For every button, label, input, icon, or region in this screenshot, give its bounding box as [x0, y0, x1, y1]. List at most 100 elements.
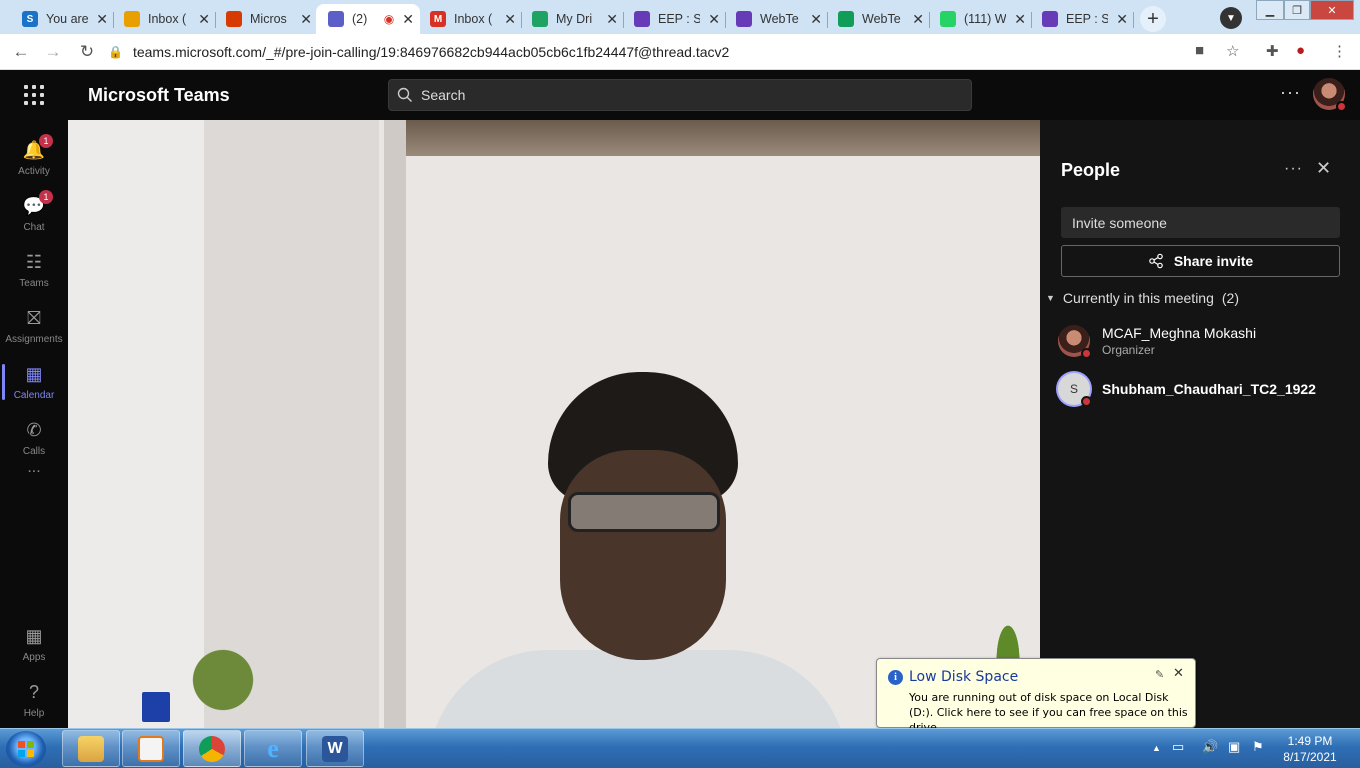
close-tab-icon[interactable]: ✕ — [810, 11, 822, 28]
teams-header: Microsoft Teams Search ··· — [0, 70, 1360, 120]
panel-more-icon[interactable]: ··· — [1284, 160, 1303, 178]
forward-icon[interactable]: → — [42, 41, 64, 63]
tab-title: EEP : St — [658, 12, 701, 26]
tab-title: (2) — [352, 12, 368, 26]
taskbar-internet-explorer[interactable]: e — [244, 730, 302, 767]
options-icon[interactable]: ✎ — [1155, 668, 1164, 681]
explorer-icon — [78, 735, 104, 762]
reload-icon[interactable]: ↻ — [76, 41, 98, 63]
sheets-icon — [838, 11, 854, 27]
more-options-icon[interactable]: ··· — [1280, 82, 1301, 103]
browser-tab[interactable]: (111) W ✕ — [928, 4, 1032, 34]
minimize-button[interactable]: ▁ — [1256, 0, 1284, 20]
tab-title: You are — [46, 12, 89, 26]
browser-tab[interactable]: EEP : St ✕ — [622, 4, 726, 34]
close-icon[interactable]: ✕ — [1316, 158, 1331, 179]
action-center-icon[interactable]: ⚑ — [1252, 739, 1264, 755]
browser-tab[interactable]: EEP : St ✕ — [1030, 4, 1134, 34]
user-avatar[interactable] — [1313, 78, 1347, 112]
rail-item-chat[interactable]: 💬 1 Chat — [0, 186, 68, 242]
maximize-button[interactable]: ❐ — [1284, 0, 1310, 20]
taskbar: e W ▲ ▭ 🔊 ▣ ⚑ 1:49 PM 8/17/2021 — [0, 728, 1360, 768]
notification-badge: 1 — [39, 133, 53, 148]
share-invite-button[interactable]: Share invite — [1061, 245, 1340, 277]
taskbar-explorer[interactable] — [62, 730, 120, 767]
app-launcher-icon[interactable] — [24, 85, 44, 105]
rail-item-calendar[interactable]: ▦ Calendar — [0, 354, 68, 410]
tab-title: Inbox ( — [148, 12, 187, 26]
more-apps-icon[interactable]: ... — [0, 455, 68, 481]
rail-item-label: Teams — [19, 277, 49, 289]
rail-item-label: Chat — [23, 221, 45, 233]
tab-title: Inbox ( — [454, 12, 493, 26]
browser-tab[interactable]: (2) ◉ ✕ — [316, 4, 420, 34]
close-tab-icon[interactable]: ✕ — [912, 11, 924, 28]
meeting-section-header[interactable]: ▼ Currently in this meeting (2) — [1046, 290, 1239, 306]
close-tab-icon[interactable]: ✕ — [402, 11, 414, 28]
busy-status-icon — [1336, 101, 1347, 112]
camera-icon[interactable]: ■ — [1195, 42, 1204, 59]
rail-item-activity[interactable]: 🔔 1 Activity — [0, 130, 68, 186]
bookmark-star-icon[interactable]: ☆ — [1226, 42, 1239, 60]
chat-icon: 💬 1 — [23, 189, 53, 218]
busy-status-icon — [1081, 348, 1092, 359]
avatar — [1058, 325, 1092, 359]
close-window-button[interactable]: ✕ — [1310, 0, 1354, 20]
teams-group-icon: ☷ — [25, 252, 43, 272]
browser-tab[interactable]: M Inbox (✕ — [418, 4, 522, 34]
drive-icon[interactable]: ▭ — [1172, 739, 1184, 755]
participant-row[interactable]: S Shubham_Chaudhari_TC2_1922 — [1058, 369, 1348, 409]
taskbar-chrome[interactable] — [183, 730, 241, 767]
forms-icon — [634, 11, 650, 27]
volume-icon[interactable]: 🔊 — [1202, 739, 1218, 755]
taskbar-media-player[interactable] — [122, 730, 180, 767]
rail-item-assignments[interactable]: ⛝ Assignments — [0, 298, 68, 354]
show-hidden-icons[interactable]: ▲ — [1152, 743, 1161, 753]
rail-item-label: Apps — [22, 651, 46, 663]
rail-item-label: Help — [23, 707, 45, 719]
tab-title: (111) W — [964, 12, 1007, 26]
browser-tab[interactable]: WebTe ✕ — [724, 4, 828, 34]
taskbar-word[interactable]: W — [306, 730, 364, 767]
close-icon[interactable]: ✕ — [1173, 666, 1184, 681]
close-tab-icon[interactable]: ✕ — [504, 11, 516, 28]
extensions-icon[interactable]: ✚ — [1266, 42, 1279, 60]
participant-name: Shubham_Chaudhari_TC2_1922 — [1102, 381, 1316, 397]
info-icon: i — [888, 670, 903, 685]
browser-tab[interactable]: Micros ✕ — [214, 4, 318, 34]
rail-item-help[interactable]: ? Help — [0, 672, 68, 728]
low-disk-notification[interactable]: i Low Disk Space You are running out of … — [876, 658, 1196, 734]
close-tab-icon[interactable]: ✕ — [708, 11, 720, 28]
close-tab-icon[interactable]: ✕ — [96, 11, 108, 28]
tab-search-icon[interactable]: ▼ — [1220, 7, 1242, 29]
back-icon[interactable]: ← — [10, 41, 32, 63]
clock-time: 1:49 PM — [1287, 734, 1333, 748]
browser-tab[interactable]: Inbox ( ✕ — [112, 4, 216, 34]
network-icon[interactable]: ▣ — [1228, 739, 1240, 755]
notification-title: Low Disk Space — [909, 669, 1019, 685]
url-field[interactable]: 🔒 teams.microsoft.com/_#/pre-join-callin… — [108, 39, 1252, 65]
profile-extension-icon[interactable]: ● — [1296, 42, 1305, 59]
help-icon: ? — [28, 682, 39, 702]
clock-date: 8/17/2021 — [1283, 750, 1337, 764]
close-tab-icon[interactable]: ✕ — [300, 11, 312, 28]
start-button[interactable] — [6, 731, 46, 767]
close-tab-icon[interactable]: ✕ — [198, 11, 210, 28]
participant-row[interactable]: MCAF_Meghna Mokashi Organizer — [1058, 321, 1348, 361]
rail-item-apps[interactable]: ▦ Apps — [0, 616, 68, 672]
new-tab-button[interactable]: + — [1140, 6, 1166, 32]
notification-badge: 1 — [39, 189, 53, 204]
browser-tab[interactable]: WebTe ✕ — [826, 4, 930, 34]
invite-someone-input[interactable]: Invite someone — [1061, 207, 1340, 238]
search-input[interactable]: Search — [388, 79, 972, 111]
rail-item-teams[interactable]: ☷ Teams — [0, 242, 68, 298]
browser-tab[interactable]: My Dri ✕ — [520, 4, 624, 34]
browser-tab[interactable]: S You are ✕ — [10, 4, 114, 34]
search-placeholder: Search — [421, 87, 466, 103]
chrome-menu-icon[interactable]: ⋮ — [1332, 42, 1347, 60]
close-tab-icon[interactable]: ✕ — [1014, 11, 1026, 28]
system-clock[interactable]: 1:49 PM 8/17/2021 — [1270, 733, 1350, 765]
close-tab-icon[interactable]: ✕ — [606, 11, 618, 28]
close-tab-icon[interactable]: ✕ — [1116, 11, 1128, 28]
lock-icon[interactable]: 🔒 — [108, 45, 123, 59]
